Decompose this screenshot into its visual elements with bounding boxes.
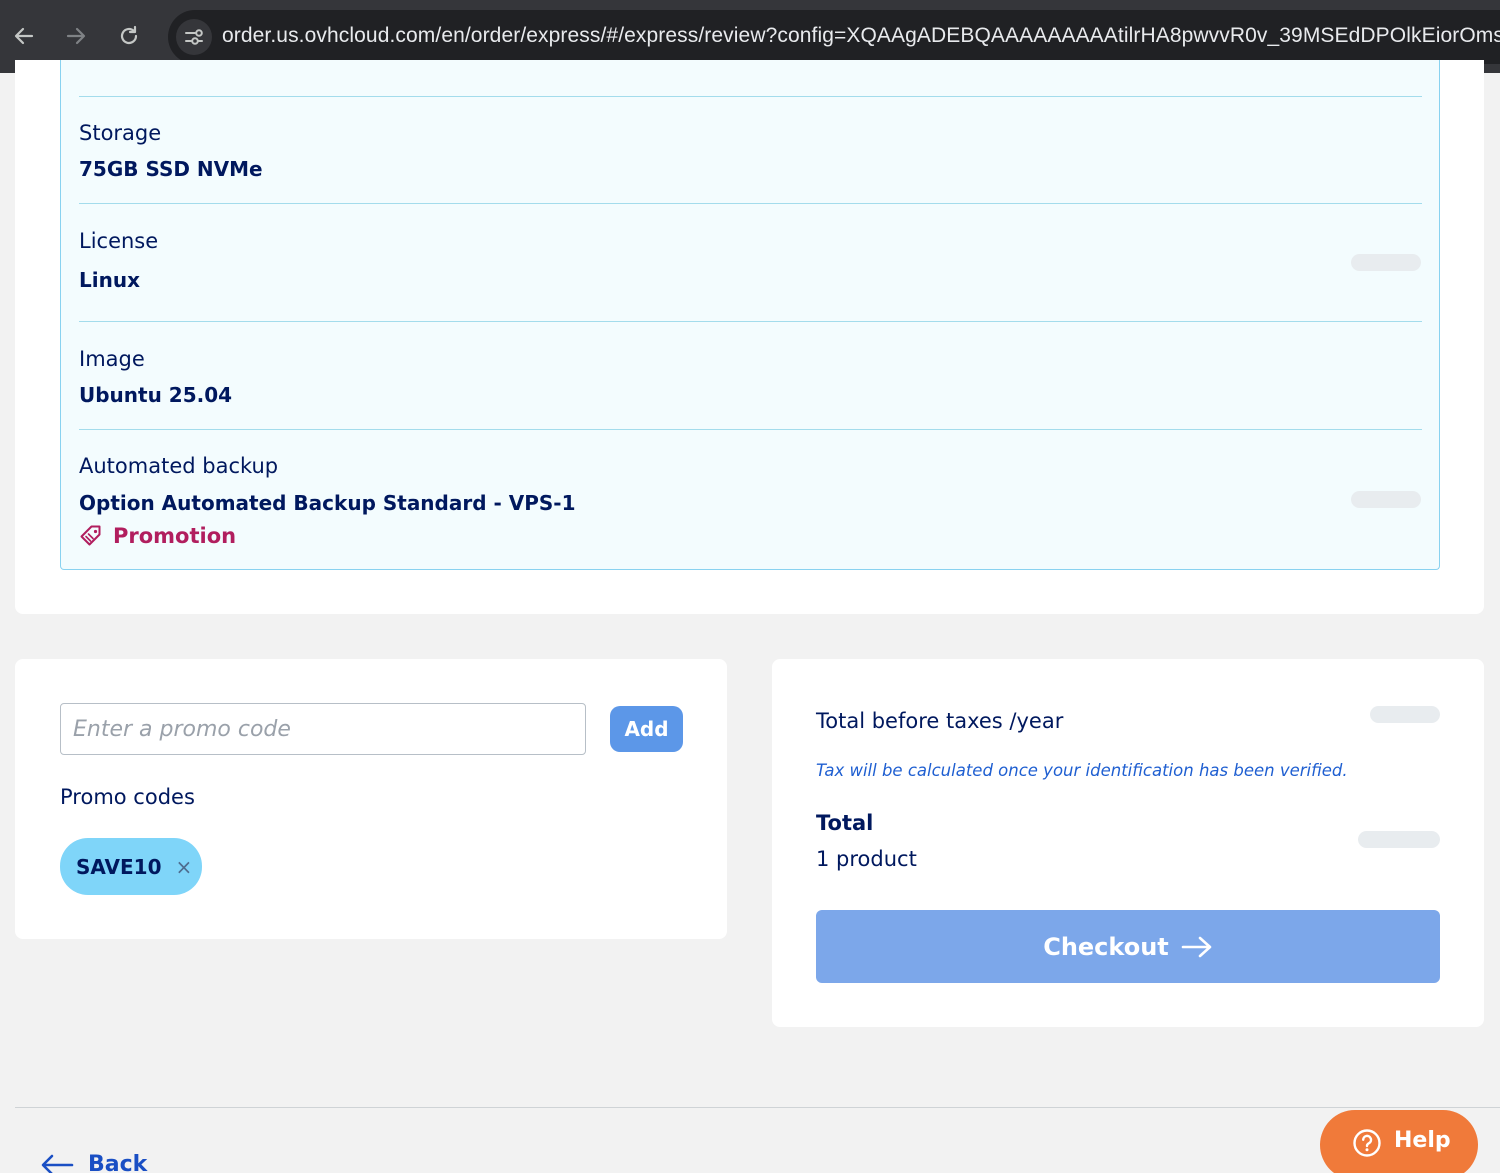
- backup-value: Option Automated Backup Standard - VPS-1: [79, 491, 576, 515]
- back-label: Back: [88, 1152, 148, 1173]
- license-price-placeholder: [1351, 254, 1421, 271]
- tune-icon: [185, 29, 203, 45]
- total-before-taxes-label: Total before taxes /year: [816, 709, 1064, 733]
- promotion-label: Promotion: [113, 524, 237, 548]
- storage-value: 75GB SSD NVMe: [79, 157, 263, 181]
- address-bar[interactable]: order.us.ovhcloud.com/en/order/express/#…: [168, 10, 1500, 64]
- total-label: Total: [816, 811, 874, 835]
- browser-reload-button[interactable]: [111, 18, 147, 54]
- arrow-right-icon: [1181, 936, 1212, 957]
- arrow-left-icon: [14, 27, 34, 45]
- reload-icon: [120, 25, 138, 45]
- promo-codes-heading: Promo codes: [60, 785, 195, 809]
- arrow-right-icon: [66, 27, 86, 45]
- promo-code-input[interactable]: [60, 703, 586, 755]
- product-count: 1 product: [816, 847, 917, 871]
- help-label: Help: [1394, 1128, 1451, 1153]
- arrow-left-icon: [41, 1154, 74, 1173]
- promo-code-chip-label: SAVE10: [76, 854, 162, 879]
- footer-divider: [15, 1107, 1500, 1108]
- storage-label: Storage: [79, 121, 162, 145]
- tag-icon: [80, 525, 101, 546]
- license-label: License: [79, 229, 159, 253]
- browser-back-button[interactable]: [6, 18, 42, 54]
- configuration-summary: Storage 75GB SSD NVMe License Linux Imag…: [60, 60, 1440, 570]
- divider: [79, 96, 1422, 97]
- back-link[interactable]: Back: [40, 1152, 147, 1173]
- license-value: Linux: [79, 268, 140, 292]
- backup-price-placeholder: [1351, 491, 1421, 508]
- divider: [79, 203, 1422, 204]
- image-label: Image: [79, 347, 145, 371]
- divider: [79, 321, 1422, 322]
- close-icon[interactable]: ×: [176, 857, 193, 877]
- order-total-card: Total before taxes /year Tax will be cal…: [772, 659, 1484, 1027]
- divider: [79, 429, 1422, 430]
- promotion-badge: Promotion: [79, 524, 236, 548]
- promo-code-chip: SAVE10 ×: [60, 838, 202, 895]
- total-price-placeholder: [1358, 831, 1440, 848]
- checkout-label: Checkout: [1043, 932, 1169, 961]
- browser-forward-button[interactable]: [58, 18, 94, 54]
- tax-note: Tax will be calculated once your identif…: [816, 761, 1348, 780]
- help-button[interactable]: Help: [1320, 1110, 1478, 1173]
- backup-label: Automated backup: [79, 454, 279, 478]
- image-value: Ubuntu 25.04: [79, 383, 233, 407]
- checkout-button[interactable]: Checkout: [816, 910, 1440, 983]
- url-text[interactable]: order.us.ovhcloud.com/en/order/express/#…: [222, 24, 1500, 48]
- question-circle-icon: [1353, 1129, 1381, 1157]
- total-before-taxes-placeholder: [1370, 706, 1440, 723]
- site-info-button[interactable]: [176, 19, 212, 55]
- promo-code-card: Add Promo codes SAVE10 ×: [15, 659, 727, 939]
- add-promo-button[interactable]: Add: [610, 706, 683, 752]
